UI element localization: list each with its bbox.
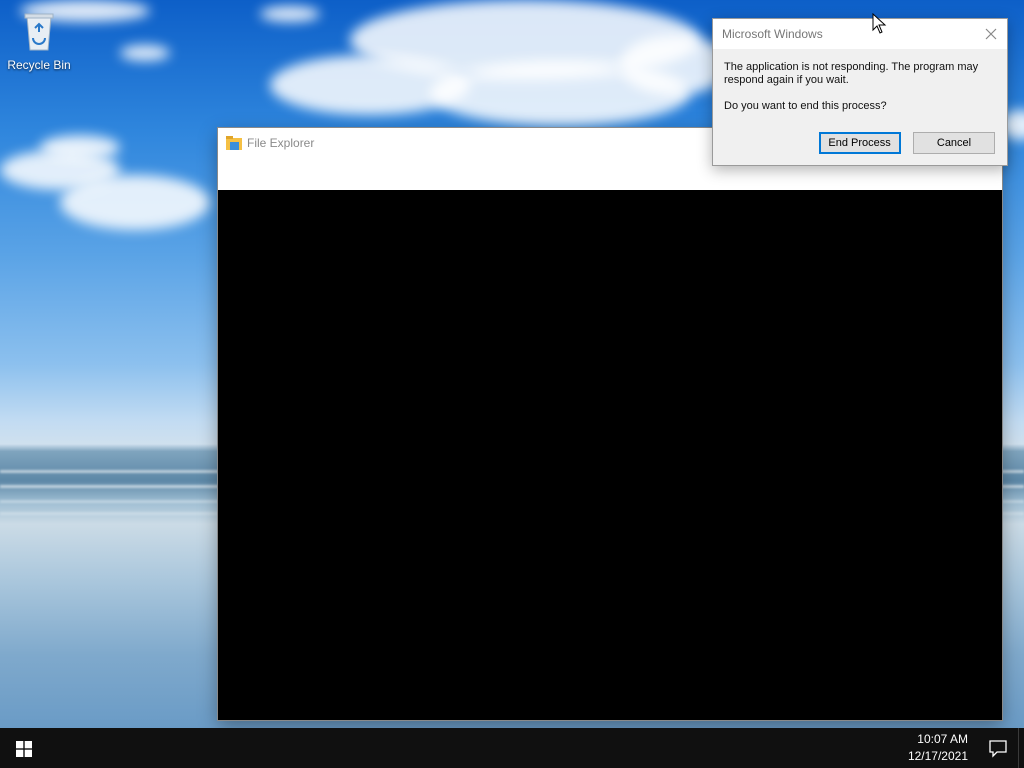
dialog-title: Microsoft Windows: [722, 27, 823, 41]
action-center-icon[interactable]: [988, 738, 1008, 758]
explorer-title: File Explorer: [247, 136, 315, 150]
clock-date: 12/17/2021: [907, 749, 968, 763]
close-icon[interactable]: [981, 24, 1001, 44]
explorer-content-area: [218, 190, 1002, 720]
desktop-icon-recycle-bin[interactable]: Recycle Bin: [4, 8, 74, 78]
dialog-titlebar[interactable]: Microsoft Windows: [713, 19, 1007, 49]
show-desktop-button[interactable]: [1018, 728, 1024, 768]
file-explorer-window[interactable]: File Explorer: [218, 128, 1002, 720]
windows-logo-icon: [16, 741, 32, 762]
recycle-bin-label: Recycle Bin: [7, 58, 71, 72]
folder-icon: [226, 136, 242, 150]
recycle-bin-icon: [19, 8, 59, 52]
taskbar-clock[interactable]: 10:07 AM 12/17/2021: [898, 731, 968, 765]
clock-time: 10:07 AM: [917, 732, 968, 746]
taskbar: 10:07 AM 12/17/2021: [0, 728, 1024, 768]
dialog-message: The application is not responding. The p…: [724, 61, 979, 86]
start-button[interactable]: [0, 728, 48, 768]
mouse-cursor-icon: [872, 12, 888, 35]
not-responding-dialog[interactable]: Microsoft Windows The application is not…: [712, 18, 1008, 166]
end-process-button[interactable]: End Process: [818, 132, 901, 154]
dialog-question: Do you want to end this process?: [724, 100, 887, 112]
cancel-button[interactable]: Cancel: [913, 132, 995, 154]
